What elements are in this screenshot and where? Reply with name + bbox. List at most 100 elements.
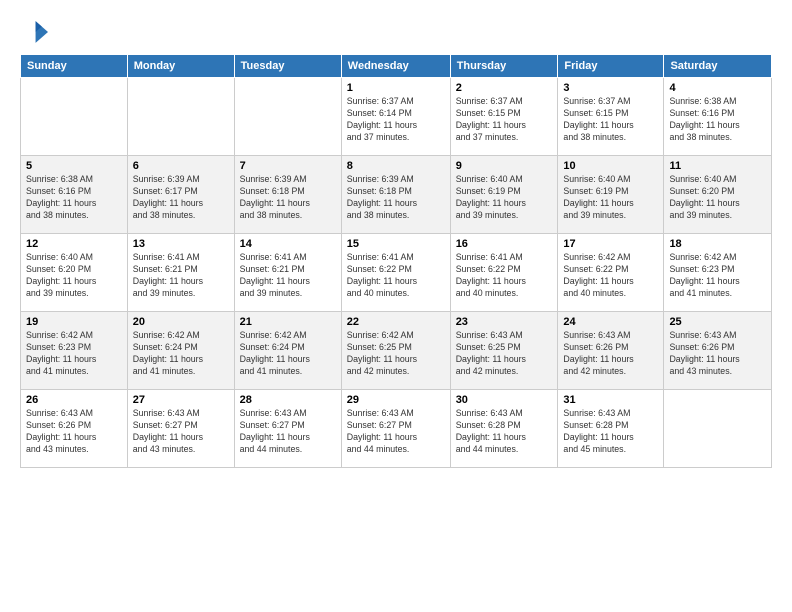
day-info: Sunrise: 6:38 AM Sunset: 6:16 PM Dayligh… xyxy=(669,96,766,144)
logo-icon xyxy=(20,18,48,46)
day-number: 2 xyxy=(456,82,553,94)
calendar-cell: 7 Sunrise: 6:39 AM Sunset: 6:18 PM Daylig… xyxy=(234,156,341,234)
calendar-cell xyxy=(21,78,128,156)
calendar-cell: 10 Sunrise: 6:40 AM Sunset: 6:19 PM Dayli… xyxy=(558,156,664,234)
calendar-cell xyxy=(664,390,772,468)
day-number: 24 xyxy=(563,316,658,328)
day-info: Sunrise: 6:42 AM Sunset: 6:22 PM Dayligh… xyxy=(563,252,658,300)
calendar-cell: 20 Sunrise: 6:42 AM Sunset: 6:24 PM Dayli… xyxy=(127,312,234,390)
calendar-cell: 23 Sunrise: 6:43 AM Sunset: 6:25 PM Dayli… xyxy=(450,312,558,390)
day-number: 22 xyxy=(347,316,445,328)
day-number: 28 xyxy=(240,394,336,406)
day-info: Sunrise: 6:37 AM Sunset: 6:14 PM Dayligh… xyxy=(347,96,445,144)
day-number: 10 xyxy=(563,160,658,172)
day-number: 20 xyxy=(133,316,229,328)
day-info: Sunrise: 6:43 AM Sunset: 6:28 PM Dayligh… xyxy=(563,408,658,456)
day-number: 11 xyxy=(669,160,766,172)
day-number: 5 xyxy=(26,160,122,172)
day-info: Sunrise: 6:37 AM Sunset: 6:15 PM Dayligh… xyxy=(456,96,553,144)
day-number: 7 xyxy=(240,160,336,172)
calendar-cell: 8 Sunrise: 6:39 AM Sunset: 6:18 PM Daylig… xyxy=(341,156,450,234)
calendar-cell: 21 Sunrise: 6:42 AM Sunset: 6:24 PM Dayli… xyxy=(234,312,341,390)
day-info: Sunrise: 6:43 AM Sunset: 6:27 PM Dayligh… xyxy=(240,408,336,456)
calendar-cell: 11 Sunrise: 6:40 AM Sunset: 6:20 PM Dayli… xyxy=(664,156,772,234)
day-info: Sunrise: 6:43 AM Sunset: 6:26 PM Dayligh… xyxy=(669,330,766,378)
calendar-cell: 24 Sunrise: 6:43 AM Sunset: 6:26 PM Dayli… xyxy=(558,312,664,390)
day-info: Sunrise: 6:39 AM Sunset: 6:18 PM Dayligh… xyxy=(347,174,445,222)
day-info: Sunrise: 6:42 AM Sunset: 6:24 PM Dayligh… xyxy=(240,330,336,378)
calendar-cell: 14Sunrise: 6:41 AM Sunset: 6:21 PM Dayli… xyxy=(234,234,341,312)
day-number: 26 xyxy=(26,394,122,406)
calendar-cell: 25 Sunrise: 6:43 AM Sunset: 6:26 PM Dayli… xyxy=(664,312,772,390)
day-info: Sunrise: 6:43 AM Sunset: 6:26 PM Dayligh… xyxy=(26,408,122,456)
column-header-wednesday: Wednesday xyxy=(341,55,450,78)
day-info: Sunrise: 6:43 AM Sunset: 6:26 PM Dayligh… xyxy=(563,330,658,378)
day-number: 30 xyxy=(456,394,553,406)
calendar-cell: 2 Sunrise: 6:37 AM Sunset: 6:15 PM Daylig… xyxy=(450,78,558,156)
column-header-tuesday: Tuesday xyxy=(234,55,341,78)
calendar-cell: 18Sunrise: 6:42 AM Sunset: 6:23 PM Dayli… xyxy=(664,234,772,312)
day-number: 3 xyxy=(563,82,658,94)
calendar-cell: 28 Sunrise: 6:43 AM Sunset: 6:27 PM Dayli… xyxy=(234,390,341,468)
day-info: Sunrise: 6:39 AM Sunset: 6:17 PM Dayligh… xyxy=(133,174,229,222)
day-info: Sunrise: 6:40 AM Sunset: 6:19 PM Dayligh… xyxy=(563,174,658,222)
column-header-friday: Friday xyxy=(558,55,664,78)
day-info: Sunrise: 6:42 AM Sunset: 6:23 PM Dayligh… xyxy=(669,252,766,300)
calendar-cell: 12 Sunrise: 6:40 AM Sunset: 6:20 PM Dayli… xyxy=(21,234,128,312)
day-number: 19 xyxy=(26,316,122,328)
day-number: 29 xyxy=(347,394,445,406)
calendar-cell: 9Sunrise: 6:40 AM Sunset: 6:19 PM Daylig… xyxy=(450,156,558,234)
day-number: 21 xyxy=(240,316,336,328)
calendar-week-4: 19 Sunrise: 6:42 AM Sunset: 6:23 PM Dayli… xyxy=(21,312,772,390)
calendar-cell xyxy=(127,78,234,156)
calendar-cell: 27 Sunrise: 6:43 AM Sunset: 6:27 PM Dayli… xyxy=(127,390,234,468)
day-info: Sunrise: 6:42 AM Sunset: 6:23 PM Dayligh… xyxy=(26,330,122,378)
day-info: Sunrise: 6:38 AM Sunset: 6:16 PM Dayligh… xyxy=(26,174,122,222)
day-number: 27 xyxy=(133,394,229,406)
day-number: 25 xyxy=(669,316,766,328)
day-info: Sunrise: 6:42 AM Sunset: 6:24 PM Dayligh… xyxy=(133,330,229,378)
day-number: 9 xyxy=(456,160,553,172)
logo xyxy=(20,18,52,46)
day-number: 13 xyxy=(133,238,229,250)
calendar-week-3: 12 Sunrise: 6:40 AM Sunset: 6:20 PM Dayli… xyxy=(21,234,772,312)
calendar-week-5: 26 Sunrise: 6:43 AM Sunset: 6:26 PM Dayli… xyxy=(21,390,772,468)
column-header-saturday: Saturday xyxy=(664,55,772,78)
calendar-cell: 19 Sunrise: 6:42 AM Sunset: 6:23 PM Dayli… xyxy=(21,312,128,390)
calendar-cell: 4 Sunrise: 6:38 AM Sunset: 6:16 PM Daylig… xyxy=(664,78,772,156)
calendar-header-row: SundayMondayTuesdayWednesdayThursdayFrid… xyxy=(21,55,772,78)
day-info: Sunrise: 6:39 AM Sunset: 6:18 PM Dayligh… xyxy=(240,174,336,222)
calendar-cell xyxy=(234,78,341,156)
page: SundayMondayTuesdayWednesdayThursdayFrid… xyxy=(0,0,792,612)
calendar-cell: 5 Sunrise: 6:38 AM Sunset: 6:16 PM Daylig… xyxy=(21,156,128,234)
day-number: 1 xyxy=(347,82,445,94)
day-info: Sunrise: 6:41 AM Sunset: 6:21 PM Dayligh… xyxy=(133,252,229,300)
day-number: 31 xyxy=(563,394,658,406)
day-number: 14 xyxy=(240,238,336,250)
day-info: Sunrise: 6:37 AM Sunset: 6:15 PM Dayligh… xyxy=(563,96,658,144)
calendar-cell: 3 Sunrise: 6:37 AM Sunset: 6:15 PM Daylig… xyxy=(558,78,664,156)
day-info: Sunrise: 6:41 AM Sunset: 6:22 PM Dayligh… xyxy=(347,252,445,300)
column-header-monday: Monday xyxy=(127,55,234,78)
day-info: Sunrise: 6:43 AM Sunset: 6:27 PM Dayligh… xyxy=(347,408,445,456)
day-number: 12 xyxy=(26,238,122,250)
calendar-cell: 13 Sunrise: 6:41 AM Sunset: 6:21 PM Dayli… xyxy=(127,234,234,312)
column-header-thursday: Thursday xyxy=(450,55,558,78)
calendar-cell: 16Sunrise: 6:41 AM Sunset: 6:22 PM Dayli… xyxy=(450,234,558,312)
calendar-cell: 30Sunrise: 6:43 AM Sunset: 6:28 PM Dayli… xyxy=(450,390,558,468)
calendar-week-2: 5 Sunrise: 6:38 AM Sunset: 6:16 PM Daylig… xyxy=(21,156,772,234)
day-number: 23 xyxy=(456,316,553,328)
day-number: 15 xyxy=(347,238,445,250)
calendar-cell: 6Sunrise: 6:39 AM Sunset: 6:17 PM Daylig… xyxy=(127,156,234,234)
day-info: Sunrise: 6:43 AM Sunset: 6:27 PM Dayligh… xyxy=(133,408,229,456)
calendar-cell: 26 Sunrise: 6:43 AM Sunset: 6:26 PM Dayli… xyxy=(21,390,128,468)
day-number: 4 xyxy=(669,82,766,94)
calendar-cell: 15 Sunrise: 6:41 AM Sunset: 6:22 PM Dayli… xyxy=(341,234,450,312)
header xyxy=(20,18,772,46)
calendar-cell: 22Sunrise: 6:42 AM Sunset: 6:25 PM Dayli… xyxy=(341,312,450,390)
day-info: Sunrise: 6:40 AM Sunset: 6:20 PM Dayligh… xyxy=(26,252,122,300)
day-info: Sunrise: 6:40 AM Sunset: 6:20 PM Dayligh… xyxy=(669,174,766,222)
day-info: Sunrise: 6:43 AM Sunset: 6:25 PM Dayligh… xyxy=(456,330,553,378)
day-number: 8 xyxy=(347,160,445,172)
calendar-week-1: 1 Sunrise: 6:37 AM Sunset: 6:14 PM Daylig… xyxy=(21,78,772,156)
